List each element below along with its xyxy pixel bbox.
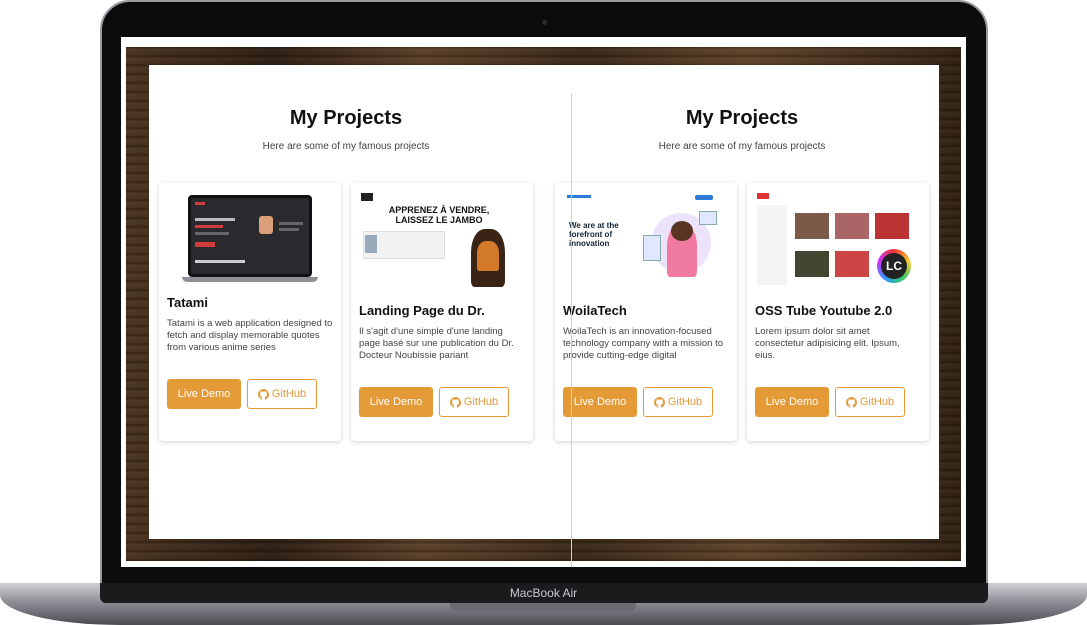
section-title: My Projects [685, 107, 799, 129]
project-title: OSS Tube Youtube 2.0 [755, 303, 893, 318]
project-title: Landing Page du Dr. [359, 303, 485, 318]
github-icon [449, 396, 461, 408]
paint-edge-right [961, 37, 966, 567]
project-thumbnail: APPRENEZ À VENDRE, LAISSEZ LE JAMBO [359, 191, 525, 287]
thumb-line-1: APPRENEZ À VENDRE, [388, 205, 490, 215]
screen: My Projects Here are some of my famous p… [121, 37, 966, 567]
camera-dot [542, 20, 547, 25]
laptop-notch [450, 603, 636, 611]
section-title: My Projects [289, 107, 403, 129]
device-model-label: MacBook Air [509, 586, 578, 600]
thumbnail-laptop [182, 195, 318, 283]
project-card-woilatech: We are at the forefront of innovation Wo… [555, 183, 737, 441]
project-title: Tatami [167, 295, 208, 310]
live-demo-button[interactable]: Live Demo [755, 387, 829, 417]
github-label: GitHub [463, 396, 499, 408]
live-demo-button[interactable]: Live Demo [167, 379, 241, 409]
project-description: Lorem ipsum dolor sit amet consectetur a… [755, 326, 900, 361]
github-icon [653, 396, 665, 408]
section-subtitle: Here are some of my famous projects [262, 141, 430, 152]
lc-logo: LC [881, 253, 907, 279]
thumbnail-headline: APPRENEZ À VENDRE, LAISSEZ LE JAMBO [379, 205, 499, 225]
github-button[interactable]: GitHub [643, 387, 713, 417]
thumb-line-1: We are at the [569, 221, 619, 230]
section-subtitle: Here are some of my famous projects [658, 141, 826, 152]
content-panel: My Projects Here are some of my famous p… [149, 65, 939, 567]
project-card-oss-tube: LC OSS Tube Youtube 2.0 Lorem ipsum dolo… [747, 183, 929, 441]
thumb-line-2: forefront of [569, 230, 613, 239]
github-button[interactable]: GitHub [439, 387, 509, 417]
github-label: GitHub [859, 396, 895, 408]
project-card-tatami: Tatami Tatami is a web application desig… [159, 183, 341, 441]
github-button[interactable]: GitHub [835, 387, 905, 417]
github-icon [845, 396, 857, 408]
project-card-landing-page: APPRENEZ À VENDRE, LAISSEZ LE JAMBO Land… [351, 183, 533, 441]
thumb-line-3: innovation [569, 239, 610, 248]
github-label: GitHub [271, 388, 307, 400]
project-thumbnail: LC [755, 191, 921, 287]
project-thumbnail: We are at the forefront of innovation [563, 191, 729, 287]
github-icon [257, 388, 269, 400]
github-button[interactable]: GitHub [247, 379, 317, 409]
paint-edge-bottom [121, 561, 966, 567]
paint-edge-left [121, 37, 126, 567]
paint-edge-top [121, 37, 966, 47]
thumb-line-2: LAISSEZ LE JAMBO [395, 215, 483, 225]
section-divider [571, 93, 572, 567]
project-description: Tatami is a web application designed to … [167, 318, 333, 353]
live-demo-button[interactable]: Live Demo [563, 387, 637, 417]
project-title: WoilaTech [563, 303, 627, 318]
thumbnail-headline: We are at the forefront of innovation [569, 221, 619, 248]
github-label: GitHub [667, 396, 703, 408]
project-thumbnail [167, 191, 333, 287]
project-description: Il s'agit d'une simple d'une landing pag… [359, 326, 514, 361]
live-demo-button[interactable]: Live Demo [359, 387, 433, 417]
project-description: WoilaTech is an innovation-focused techn… [563, 326, 723, 361]
